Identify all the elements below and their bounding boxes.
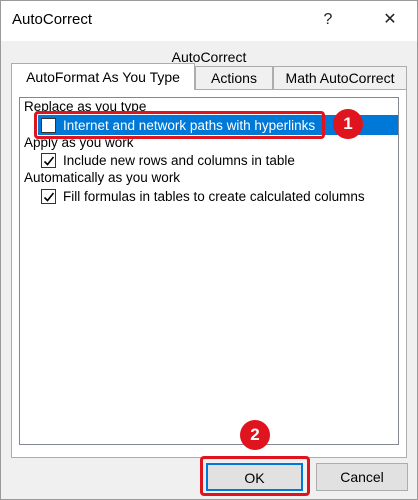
tab-math-autocorrect[interactable]: Math AutoCorrect	[273, 66, 407, 89]
checkmark-icon	[43, 156, 55, 166]
dialog-title: AutoCorrect	[12, 11, 93, 28]
close-icon[interactable]: ✕	[379, 9, 401, 31]
cancel-button[interactable]: Cancel	[316, 463, 408, 491]
option-label: Include new rows and columns in table	[63, 152, 295, 168]
group-label-auto: Automatically as you work	[24, 170, 181, 185]
option-include-rows-columns[interactable]: Include new rows and columns in table	[38, 150, 295, 170]
callout-badge-2: 2	[240, 420, 270, 450]
option-fill-formulas[interactable]: Fill formulas in tables to create calcul…	[38, 186, 365, 206]
checkbox-checked[interactable]	[41, 152, 56, 168]
tab-actions[interactable]: Actions	[195, 66, 273, 89]
tab-autoformat-as-you-type[interactable]: AutoFormat As You Type	[11, 63, 195, 90]
callout-highlight-option	[34, 111, 325, 139]
help-icon[interactable]: ?	[317, 9, 339, 31]
checkbox-checked[interactable]	[41, 188, 56, 204]
callout-badge-1: 1	[333, 109, 363, 139]
checkmark-icon	[43, 192, 55, 202]
title-bar: AutoCorrect ? ✕	[1, 1, 417, 41]
callout-highlight-ok	[200, 456, 310, 496]
option-label: Fill formulas in tables to create calcul…	[63, 188, 365, 204]
